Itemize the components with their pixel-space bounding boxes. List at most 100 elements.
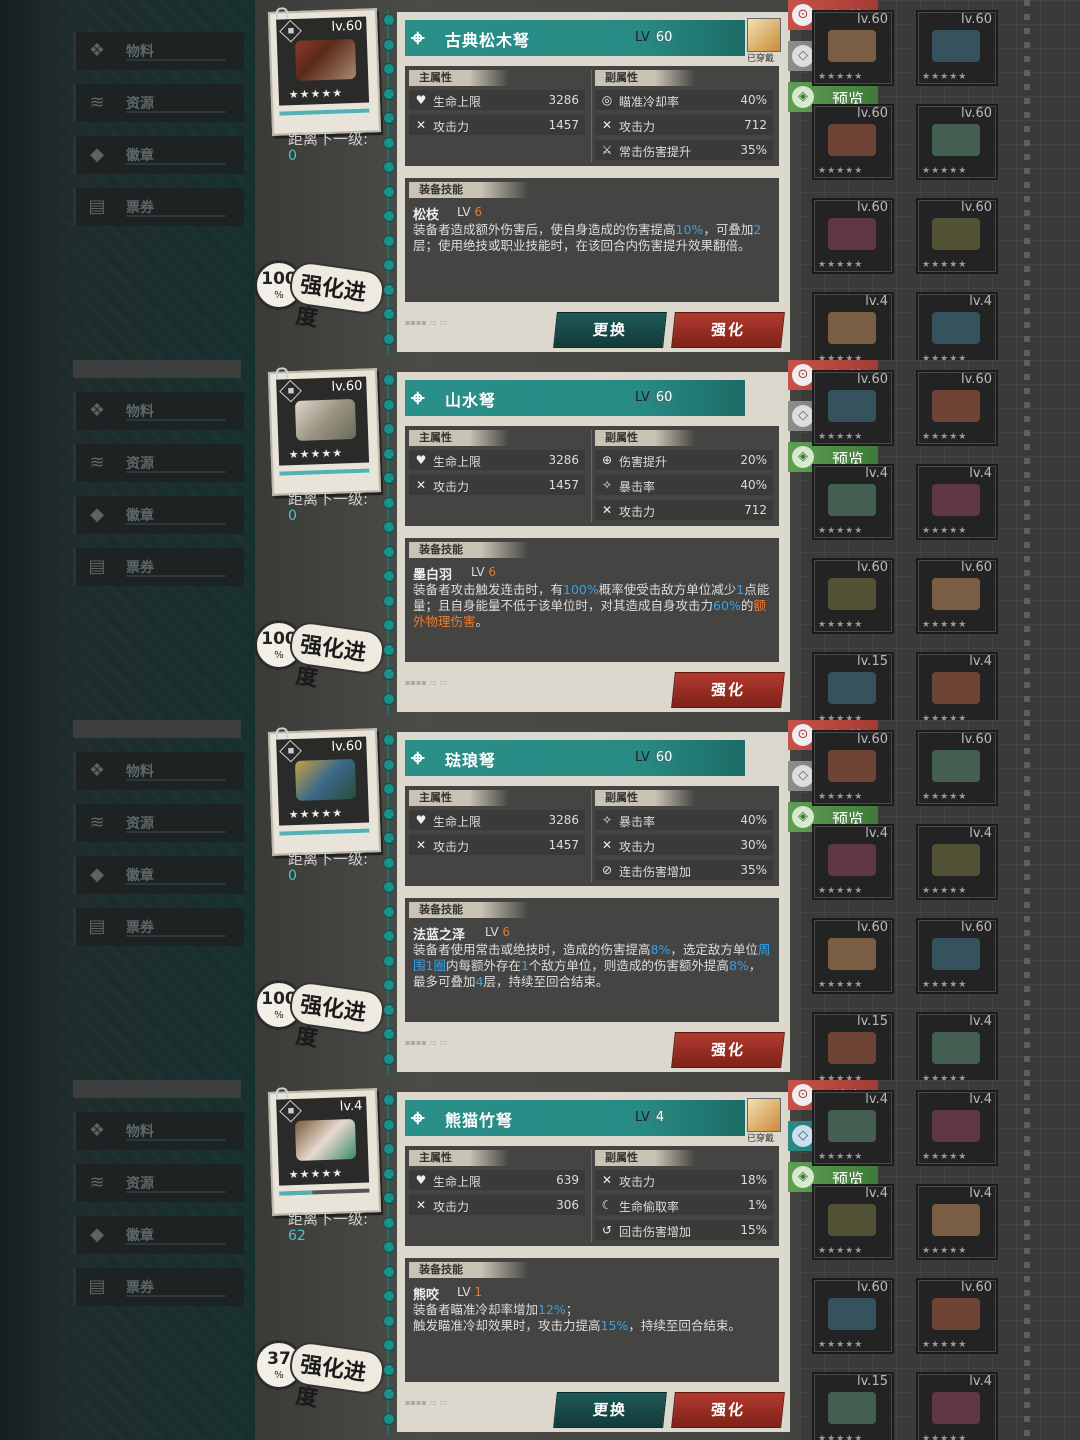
resources-icon: ≋ [89, 452, 105, 473]
inventory-slot[interactable]: lv.60 ★★★★★ [812, 10, 894, 86]
inventory-slot[interactable]: lv.60 ★★★★★ [916, 918, 998, 994]
inventory-slot[interactable]: lv.15 ★★★★★ [812, 1372, 894, 1440]
inventory-slot[interactable]: lv.60 ★★★★★ [812, 1278, 894, 1354]
equipment-thumbnail[interactable]: ◆ lv.4 ★★★★★ [267, 1087, 382, 1216]
sidebar-item-tickets[interactable]: ▤ 票券 [73, 908, 244, 946]
equipment-thumbnail[interactable]: ◆ lv.60 ★★★★★ [267, 727, 382, 856]
attribute-name: 回击伤害增加 [619, 1225, 692, 1239]
inventory-slot[interactable]: lv.4 ★★★★★ [916, 824, 998, 900]
inventory-slot[interactable]: lv.4 ★★★★★ [916, 1372, 998, 1440]
rail-ring [383, 112, 395, 124]
inventory-slot[interactable]: lv.4 ★★★★★ [916, 1090, 998, 1166]
sidebar-item-materials[interactable]: ❖ 物料 [73, 752, 244, 790]
inventory-slot[interactable]: lv.4 ★★★★★ [916, 652, 998, 720]
rail-ring [383, 1363, 395, 1376]
sidebar-item-materials[interactable]: ❖ 物料 [73, 392, 244, 430]
inventory-slot[interactable]: lv.4 ★★★★★ [916, 1012, 998, 1080]
attributes-section: 主属性 副属性 ♥ 生命上限 3286 ✕ 攻击力 1457 ⊕ 伤害提升 20% ✧ 暴击率 40% ✕ 攻… [405, 426, 779, 526]
slot-stars: ★★★★★ [818, 1152, 864, 1162]
inventory-slot[interactable]: lv.60 ★★★★★ [812, 370, 894, 446]
skill-description-segment: 10% [675, 222, 704, 237]
rail-ring [383, 1094, 395, 1106]
equipped-label: 已穿戴 [747, 54, 775, 64]
main-attributes-title: 主属性 [409, 1150, 509, 1166]
inventory-slot[interactable]: lv.60 ★★★★★ [812, 730, 894, 806]
sidebar-item-materials[interactable]: ❖ 物料 [73, 1112, 244, 1150]
inventory-slot[interactable]: lv.60 ★★★★★ [812, 198, 894, 274]
crossbow-type-icon: ⌖ [411, 24, 425, 52]
equipment-detail-panel: ⌖ 山水弩 LV 60 主属性 副属性 ♥ 生命上限 3286 ✕ 攻击力 1457 ⊕ 伤害提升 20%… [397, 372, 790, 712]
equipped-character-avatar[interactable] [747, 18, 781, 52]
skill-description-segment: 1 [520, 958, 529, 973]
enhance-button[interactable]: 强化 [671, 672, 785, 708]
sidebar-item-resources[interactable]: ≋ 资源 [73, 444, 244, 482]
rail-line [387, 1090, 389, 1435]
skill-description-segment: 的 [740, 598, 754, 613]
rail-line [387, 370, 389, 715]
sidebar-item-subtitle-line [126, 59, 226, 61]
inventory-slot[interactable]: lv.60 ★★★★★ [916, 558, 998, 634]
sidebar-item-badges[interactable]: ◆ 徽章 [73, 1216, 244, 1254]
inventory-slot[interactable]: lv.4 ★★★★★ [916, 1184, 998, 1260]
slot-level: lv.4 [969, 1186, 992, 1201]
slot-item-art [828, 30, 876, 62]
inventory-slot[interactable]: lv.4 ★★★★★ [812, 292, 894, 360]
card-strip: ❖ 物料 ≋ 资源 ◆ 徽章 ▤ 票券 ◆ lv.60 ★★★★★ 距离下一级: 0 100% 强化进度 ⌖ 琺… [0, 720, 1080, 1080]
inventory-slot[interactable]: lv.60 ★★★★★ [916, 104, 998, 180]
rail-ring [383, 185, 395, 198]
sidebar-item-tickets[interactable]: ▤ 票券 [73, 1268, 244, 1306]
attribute-value: 30% [740, 838, 767, 852]
slot-level: lv.4 [865, 466, 888, 481]
inventory-slot[interactable]: lv.60 ★★★★★ [916, 10, 998, 86]
sidebar-item-badges[interactable]: ◆ 徽章 [73, 136, 244, 174]
inventory-slot[interactable]: lv.4 ★★★★★ [812, 1184, 894, 1260]
slot-stars: ★★★★★ [818, 1434, 864, 1440]
inventory-slot[interactable]: lv.60 ★★★★★ [916, 198, 998, 274]
inventory-slot[interactable]: lv.4 ★★★★★ [812, 1090, 894, 1166]
sidebar-item-resources[interactable]: ≋ 资源 [73, 84, 244, 122]
inventory-slot[interactable]: lv.60 ★★★★★ [812, 104, 894, 180]
slot-level: lv.60 [961, 1280, 992, 1295]
skill-section-title: 装备技能 [409, 182, 529, 198]
replace-button[interactable]: 更换 [553, 1392, 667, 1428]
disassemble-icon: ◇ [792, 1125, 814, 1147]
inventory-slot[interactable]: lv.15 ★★★★★ [812, 652, 894, 720]
sidebar-item-resources[interactable]: ≋ 资源 [73, 1164, 244, 1202]
sidebar-item-badges[interactable]: ◆ 徽章 [73, 856, 244, 894]
main-attributes-title: 主属性 [409, 790, 509, 806]
inventory-slot[interactable]: lv.60 ★★★★★ [812, 558, 894, 634]
enhance-button[interactable]: 强化 [671, 1032, 785, 1068]
inventory-slot[interactable]: lv.60 ★★★★★ [916, 1278, 998, 1354]
inventory-slot[interactable]: lv.4 ★★★★★ [812, 824, 894, 900]
inventory-slot[interactable]: lv.4 ★★★★★ [916, 464, 998, 540]
enhance-button[interactable]: 强化 [671, 1392, 785, 1428]
equipped-character-avatar[interactable] [747, 1098, 781, 1132]
main-attributes-title: 主属性 [409, 430, 509, 446]
replace-button[interactable]: 更换 [553, 312, 667, 348]
skill-description-segment: ，可叠加 [703, 222, 754, 237]
equipment-thumbnail[interactable]: ◆ lv.60 ★★★★★ [267, 367, 382, 496]
sidebar-item-tickets[interactable]: ▤ 票券 [73, 548, 244, 586]
lock-icon: ⊙ [792, 1084, 814, 1106]
inventory-slot[interactable]: lv.4 ★★★★★ [916, 292, 998, 360]
sidebar-item-resources[interactable]: ≋ 资源 [73, 804, 244, 842]
enhance-button[interactable]: 强化 [671, 312, 785, 348]
inventory-slot[interactable]: lv.60 ★★★★★ [812, 918, 894, 994]
inventory-slot[interactable]: lv.15 ★★★★★ [812, 1012, 894, 1080]
enhance-progress-badge: 100% 强化进度 [254, 618, 387, 692]
sidebar-item-materials[interactable]: ❖ 物料 [73, 32, 244, 70]
attribute-value: 1% [747, 1198, 767, 1212]
inventory-slot[interactable]: lv.60 ★★★★★ [916, 730, 998, 806]
sidebar-item-tickets[interactable]: ▤ 票券 [73, 188, 244, 226]
skill-description-segment: 装备者造成额外伤害后，使自身造成的伤害提高 [413, 222, 676, 237]
sidebar-item-partial [73, 360, 241, 378]
level-value: 4 [653, 1110, 667, 1125]
sidebar-item-badges[interactable]: ◆ 徽章 [73, 496, 244, 534]
inventory-slot[interactable]: lv.4 ★★★★★ [812, 464, 894, 540]
next-level-value: 62 [288, 1228, 306, 1244]
slot-level: lv.60 [857, 12, 888, 27]
equipment-thumbnail[interactable]: ◆ lv.60 ★★★★★ [267, 7, 382, 136]
main-attribute-row: ♥ 生命上限 3286 [409, 810, 585, 830]
inventory-slot[interactable]: lv.60 ★★★★★ [916, 370, 998, 446]
rail-ring [383, 374, 395, 386]
